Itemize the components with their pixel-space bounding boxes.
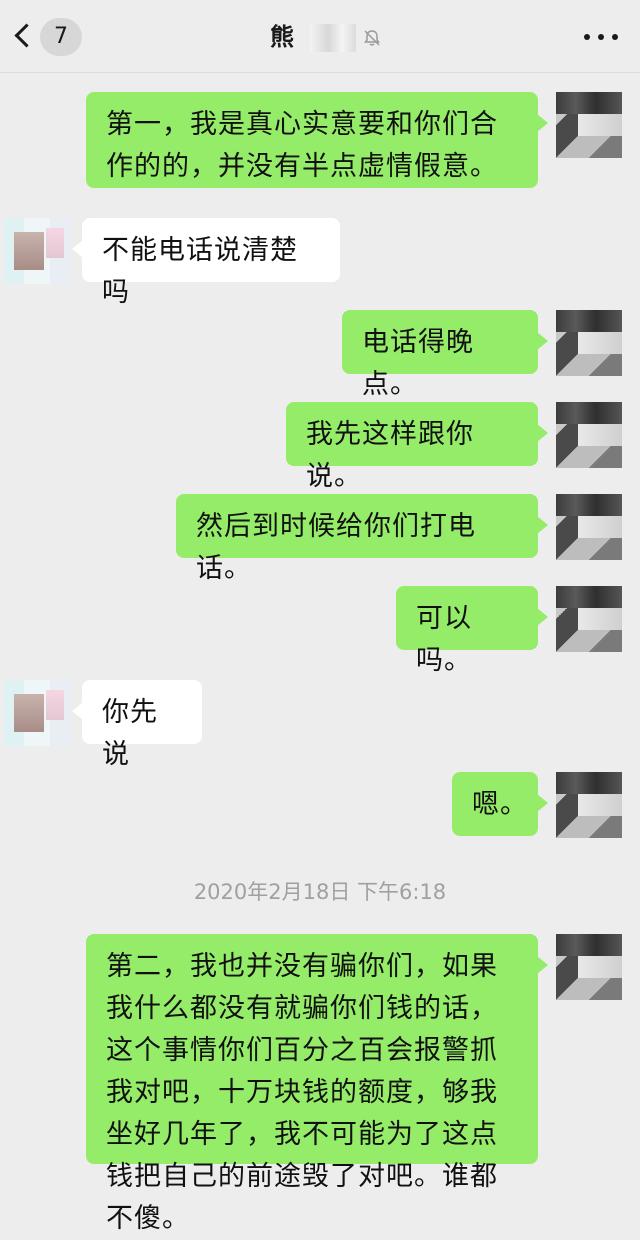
- my-avatar[interactable]: [556, 92, 622, 158]
- my-avatar[interactable]: [556, 586, 622, 652]
- message-timestamp: 2020年2月18日 下午6:18: [193, 880, 447, 904]
- my-avatar[interactable]: [556, 402, 622, 468]
- message-bubble-outgoing[interactable]: 然后到时候给你们打电话。: [176, 494, 548, 584]
- my-avatar[interactable]: [556, 310, 622, 376]
- my-avatar[interactable]: [556, 772, 622, 838]
- message-bubble-outgoing[interactable]: 第二，我也并没有骗你们，如果我什么都没有就骗你们钱的话，这个事情你们百分之百会报…: [86, 934, 548, 1234]
- chat-header: 7 熊: [0, 0, 640, 73]
- chevron-left-icon: [14, 23, 39, 48]
- unread-count-badge: 7: [40, 18, 82, 56]
- back-button[interactable]: 7: [10, 18, 90, 58]
- message-bubble-outgoing[interactable]: 第一，我是真心实意要和你们合作的的，并没有半点虚情假意。: [86, 92, 548, 188]
- message-bubble-outgoing[interactable]: 可以吗。: [396, 586, 548, 676]
- more-options-button[interactable]: [584, 34, 620, 42]
- title-pixelation: [310, 24, 356, 52]
- message-bubble-incoming[interactable]: 不能电话说清楚吗: [72, 218, 340, 308]
- message-bubble-outgoing[interactable]: 嗯。: [452, 772, 548, 836]
- my-avatar[interactable]: [556, 934, 622, 1000]
- message-bubble-outgoing[interactable]: 我先这样跟你说。: [286, 402, 548, 492]
- chat-title: 熊: [270, 23, 296, 51]
- message-bubble-outgoing[interactable]: 电话得晚点。: [342, 310, 548, 400]
- message-bubble-incoming[interactable]: 你先说: [72, 680, 202, 770]
- mute-bell-icon: [364, 30, 380, 46]
- contact-avatar[interactable]: [4, 680, 70, 746]
- my-avatar[interactable]: [556, 494, 622, 560]
- contact-avatar[interactable]: [4, 218, 70, 284]
- chat-title-area: 熊: [270, 18, 380, 56]
